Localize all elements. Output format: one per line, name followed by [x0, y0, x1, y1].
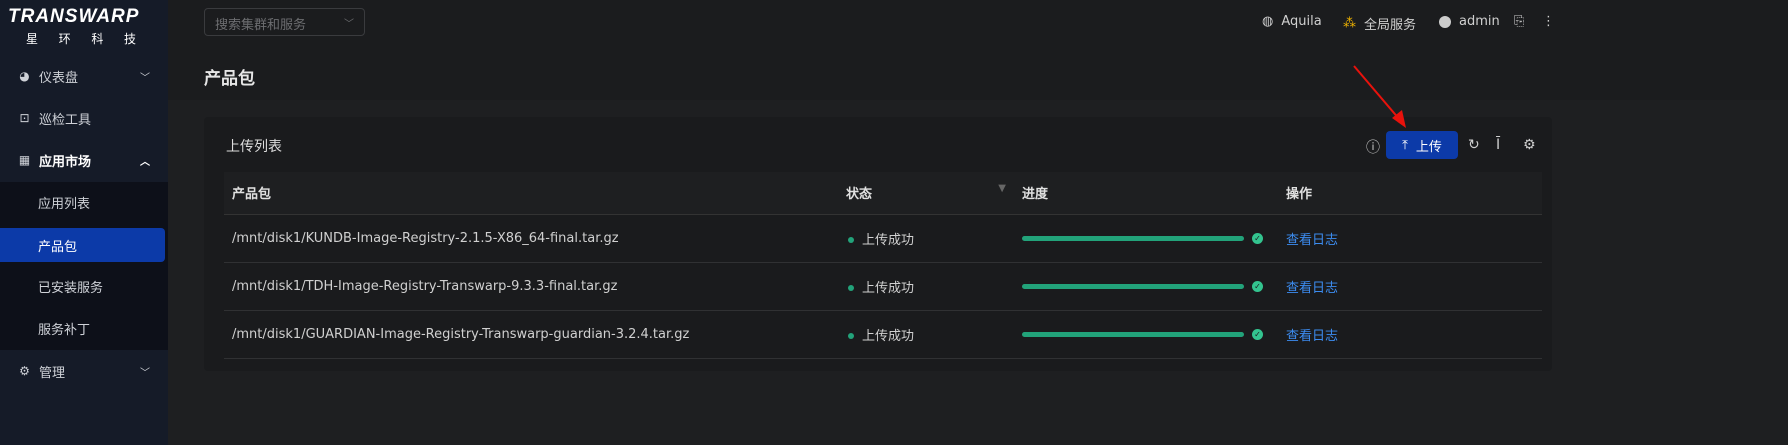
logo-cn: 星 [26, 32, 39, 46]
logo-brand: TRANSWARP [8, 6, 140, 27]
page-title: 产品包 [204, 69, 255, 89]
filter-icon[interactable]: ▼ [998, 183, 1006, 194]
sidebar-item-manage[interactable]: ⚙ 管理 ﹀ [0, 351, 168, 391]
package-path: /mnt/disk1/GUARDIAN-Image-Registry-Trans… [224, 310, 838, 359]
sidebar-item-label: 仪表盘 [39, 70, 79, 86]
label: 产品包 [38, 239, 78, 255]
search-placeholder: 搜索集群和服务 [215, 18, 307, 33]
upload-icon: ⤒ [1402, 137, 1408, 153]
sidebar-item-installed[interactable]: 已安装服务 [0, 266, 168, 306]
dashboard-icon: ◕ [19, 68, 30, 83]
progress-bar [1022, 235, 1244, 241]
sidebar-item-inspection[interactable]: ⊡ 巡检工具 [0, 98, 168, 138]
column-header-package: 产品包 [224, 172, 838, 215]
action-cell: 查看日志 [1278, 214, 1542, 263]
sidebar-item-packages[interactable]: 产品包 [0, 228, 165, 262]
status-dot [848, 332, 854, 339]
view-log-link[interactable]: 查看日志 [1286, 233, 1338, 248]
search-select[interactable]: 搜索集群和服务 ﹀ [204, 8, 365, 36]
check-circle-icon: ✓ [1252, 280, 1263, 292]
global-services[interactable]: ⁂ 全局服务 [1343, 14, 1416, 33]
gear-icon: ⚙ [19, 363, 30, 378]
sidebar-item-dashboard[interactable]: ◕ 仪表盘 ﹀ [0, 56, 168, 96]
services-icon: ⁂ [1343, 16, 1356, 31]
sidebar-item-patches[interactable]: 服务补丁 [0, 308, 168, 348]
check-circle-icon: ✓ [1252, 328, 1263, 340]
toolbox-icon: ⊡ [19, 110, 30, 125]
chevron-down-icon: ﹀ [344, 19, 354, 30]
column-header-action: 操作 [1278, 172, 1542, 215]
card-title: 上传列表 [226, 139, 282, 155]
table-row: /mnt/disk1/TDH-Image-Registry-Transwarp-… [224, 262, 1542, 311]
view-log-link[interactable]: 查看日志 [1286, 329, 1338, 344]
package-path: /mnt/disk1/TDH-Image-Registry-Transwarp-… [224, 262, 838, 311]
table-row: /mnt/disk1/GUARDIAN-Image-Registry-Trans… [224, 310, 1542, 359]
status-cell: 上传成功 [838, 310, 1014, 359]
progress-cell: ✓ [1014, 214, 1278, 263]
global-label: 全局服务 [1364, 18, 1417, 33]
sidebar-item-app-list[interactable]: 应用列表 [0, 182, 168, 222]
column-header-status: 状态 ▼ [838, 172, 1014, 215]
label: 服务补丁 [38, 322, 91, 338]
avatar [1439, 15, 1451, 28]
action-cell: 查看日志 [1278, 310, 1542, 359]
column-header-progress: 进度 [1014, 172, 1278, 215]
logo-cn: 科 [91, 32, 104, 46]
cluster-switch[interactable]: ◍ Aquila [1262, 14, 1322, 29]
progress-bar [1022, 283, 1244, 289]
progress-cell: ✓ [1014, 310, 1278, 359]
progress-cell: ✓ [1014, 262, 1278, 311]
chevron-up-icon: ︿ [140, 156, 150, 168]
upload-label: 上传 [1415, 139, 1442, 155]
status-dot [848, 284, 854, 291]
info-icon[interactable]: ⓘ [1366, 137, 1380, 157]
user-menu[interactable]: admin [1439, 14, 1500, 29]
status-cell: 上传成功 [838, 262, 1014, 311]
username: admin [1459, 14, 1500, 29]
submenu: 应用列表 产品包 已安装服务 服务补丁 [0, 182, 168, 350]
logo-cn: 环 [58, 32, 71, 46]
label: 应用列表 [38, 196, 91, 212]
more-icon[interactable]: ⋮ [1542, 14, 1555, 29]
upload-table: 产品包 状态 ▼ 进度 操作 /mnt/disk1/KUNDB-Image-Reg… [224, 172, 1542, 359]
chevron-down-icon: ﹀ [140, 72, 150, 84]
sidebar: TRANSWARP 星 环 科 技 ◕ 仪表盘 ﹀ ⊡ 巡检工具 ▦ 应用市场 ︿ 应用列表 产… [0, 0, 168, 445]
apps-icon: ▦ [18, 152, 31, 167]
table-row: /mnt/disk1/KUNDB-Image-Registry-2.1.5-X8… [224, 214, 1542, 263]
transwarp-logo[interactable]: TRANSWARP 星 环 科 技 [8, 6, 158, 46]
upload-button[interactable]: ⤒ 上传 [1386, 131, 1458, 159]
cluster-name: Aquila [1281, 14, 1322, 29]
status-dot [848, 236, 854, 243]
sidebar-item-app-market[interactable]: ▦ 应用市场 ︿ [0, 140, 168, 180]
progress-bar [1022, 331, 1244, 337]
check-circle-icon: ✓ [1252, 232, 1263, 244]
language-icon[interactable]: ⎘ [1514, 14, 1524, 29]
status-cell: 上传成功 [838, 214, 1014, 263]
view-log-link[interactable]: 查看日志 [1286, 281, 1338, 296]
package-path: /mnt/disk1/KUNDB-Image-Registry-2.1.5-X8… [224, 214, 838, 263]
sidebar-item-label: 巡检工具 [39, 112, 92, 128]
chevron-down-icon: ﹀ [140, 367, 150, 379]
upload-list-card: 上传列表 ⓘ ⤒ 上传 ↻ Ī ⚙ 产品包 状态 ▼ 进度 操作 /mnt/disk… [204, 117, 1552, 371]
settings-icon[interactable]: ⚙ [1523, 137, 1536, 153]
action-cell: 查看日志 [1278, 262, 1542, 311]
annotation-arrow [1353, 65, 1406, 128]
sidebar-item-label: 管理 [39, 365, 66, 381]
refresh-icon[interactable]: ↻ [1468, 137, 1480, 153]
label: 已安装服务 [38, 280, 104, 296]
cluster-icon: ◍ [1262, 14, 1274, 29]
sidebar-item-label: 应用市场 [39, 154, 92, 170]
logo-cn: 技 [123, 32, 136, 46]
column-height-icon[interactable]: Ī [1496, 137, 1500, 153]
